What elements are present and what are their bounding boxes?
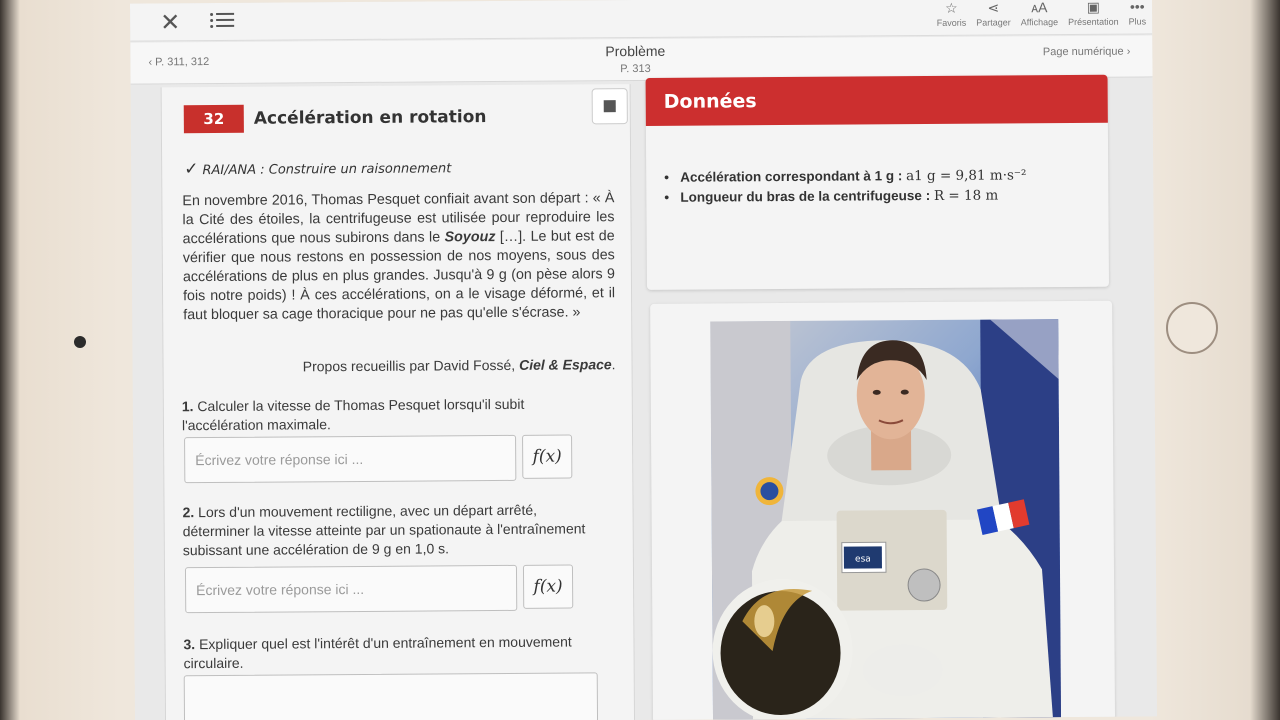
- share-button[interactable]: ⋖ Partager: [976, 0, 1011, 28]
- photo-card: esa: [650, 300, 1116, 720]
- esa-badge-text: esa: [855, 554, 871, 564]
- presentation-icon: ▣: [1086, 0, 1100, 15]
- display-button[interactable]: ᴀA Affichage: [1021, 0, 1058, 27]
- more-icon: •••: [1129, 0, 1145, 15]
- chevron-right-icon: ›: [1123, 45, 1131, 58]
- exercise-number-badge: 32: [183, 104, 244, 134]
- digital-page-link[interactable]: Page numérique ›: [1043, 46, 1131, 59]
- screen: ✕ ☆ Favoris ⋖ Partager ᴀA Affichage ▣ Pr…: [130, 0, 1158, 720]
- front-camera: [74, 336, 86, 348]
- formula-button-2[interactable]: f(x): [522, 564, 574, 609]
- exercise-card: 32 Accélération en rotation ✓ RAI/ANA : C…: [160, 84, 636, 720]
- question-1: 1. Calculer la vitesse de Thomas Pesquet…: [181, 395, 525, 434]
- presentation-button[interactable]: ▣ Présentation: [1068, 0, 1119, 27]
- formula-button-1[interactable]: f(x): [522, 434, 573, 479]
- check-icon: ✓: [184, 159, 199, 180]
- answer-input-3[interactable]: [183, 672, 599, 720]
- list-icon[interactable]: [210, 9, 235, 29]
- skill-label: ✓ RAI/ANA : Construire un raisonnement: [184, 159, 452, 180]
- question-3: 3. Expliquer quel est l'intérêt d'un ent…: [183, 633, 572, 672]
- star-icon: ☆: [944, 0, 958, 16]
- answer-input-1[interactable]: Écrivez votre réponse ici ...: [184, 434, 517, 484]
- data-list: Accélération correspondant à 1 g : a1 g …: [646, 165, 1108, 208]
- answer-input-2[interactable]: Écrivez votre réponse ici ...: [184, 564, 518, 614]
- section-title: Problème: [605, 42, 666, 60]
- top-toolbar: ✕ ☆ Favoris ⋖ Partager ᴀA Affichage ▣ Pr…: [130, 0, 1153, 42]
- exercise-title: Accélération en rotation: [253, 107, 487, 129]
- text-size-icon: ᴀA: [1031, 0, 1048, 16]
- favorites-button[interactable]: ☆ Favoris: [937, 0, 967, 28]
- home-button[interactable]: [1166, 302, 1218, 354]
- fullscreen-button[interactable]: [591, 88, 628, 125]
- more-button[interactable]: ••• Plus: [1128, 0, 1147, 27]
- question-2: 2. Lors d'un mouvement rectiligne, avec …: [182, 501, 586, 559]
- astronaut-photo: esa: [710, 319, 1062, 720]
- data-card: Données Accélération correspondant à 1 g…: [645, 74, 1110, 290]
- exercise-intro: En novembre 2016, Thomas Pesquet confiai…: [182, 190, 616, 324]
- data-item-arm-length: Longueur du bras de la centrifugeuse : R…: [664, 185, 1108, 208]
- close-icon[interactable]: ✕: [160, 8, 180, 36]
- toolbar-actions: ☆ Favoris ⋖ Partager ᴀA Affichage ▣ Prés…: [937, 0, 1147, 28]
- quote-source: Propos recueillis par David Fossé, Ciel …: [302, 356, 616, 375]
- share-icon: ⋖: [987, 0, 1000, 16]
- data-card-title: Données: [645, 74, 1108, 126]
